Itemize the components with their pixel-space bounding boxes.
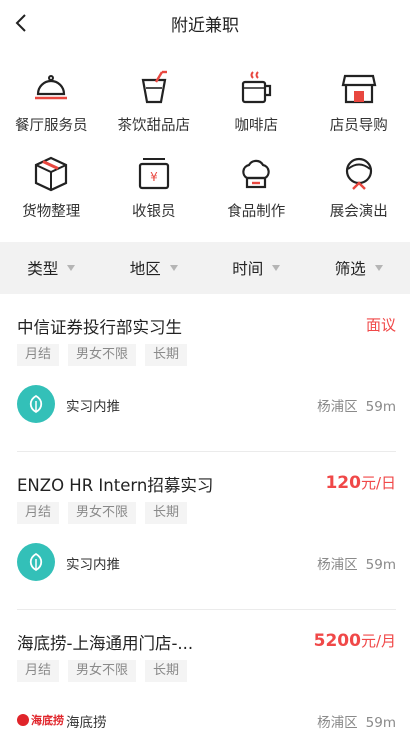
job-district: 杨浦区 (317, 715, 358, 731)
job-location: 杨浦区 59m (317, 553, 396, 573)
category-cashier[interactable]: ¥ 收银员 (103, 154, 206, 240)
filter-bar: 类型 地区 时间 筛选 (0, 242, 410, 294)
job-salary: 120元/日 (325, 472, 396, 493)
job-card[interactable]: ENZO HR Intern招募实习 120元/日 月结 男女不限 长期 实习内… (0, 452, 410, 610)
company-name: 实习内推 (66, 399, 120, 415)
category-label: 咖啡店 (234, 118, 279, 134)
job-title: 中信证券投行部实习生 (17, 318, 182, 337)
job-location: 杨浦区 59m (317, 711, 396, 731)
caret-down-icon (67, 265, 76, 271)
svg-text:¥: ¥ (150, 170, 158, 184)
top-bar: 附近兼职 (0, 0, 410, 46)
job-tag: 长期 (145, 502, 188, 524)
filter-label: 时间 (232, 260, 264, 278)
job-salary: 5200元/月 (314, 630, 396, 651)
salary-amount: 120 (325, 473, 361, 493)
job-tag: 男女不限 (68, 660, 137, 682)
job-tag: 男女不限 (68, 344, 137, 366)
salary-unit: 元/月 (360, 632, 396, 650)
leaf-logo-icon (29, 552, 43, 572)
package-box-icon (31, 154, 71, 194)
caret-down-icon (374, 265, 383, 271)
category-coffee-shop[interactable]: 咖啡店 (205, 68, 308, 154)
job-tags: 月结 男女不限 长期 (17, 344, 188, 366)
leaf-logo-icon (29, 394, 43, 414)
category-shop-assistant[interactable]: 店员导购 (308, 68, 410, 154)
category-food-making[interactable]: 食品制作 (205, 154, 308, 240)
job-tag: 月结 (17, 344, 60, 366)
job-card[interactable]: 海底捞-上海通用门店-... 5200元/月 月结 男女不限 长期 海底捞 海底… (0, 610, 410, 740)
filter-type-dropdown[interactable]: 类型 (0, 242, 103, 294)
category-exhibition-performance[interactable]: 展会演出 (308, 154, 410, 240)
performer-icon (339, 154, 379, 194)
company-name: 实习内推 (66, 557, 120, 573)
category-label: 展会演出 (329, 204, 388, 220)
category-grid: 餐厅服务员 茶饮甜品店 咖啡店 店员导购 货物整理 ¥ 收银员 食品制作 展会演… (0, 68, 410, 240)
company-name: 海底捞 (66, 715, 107, 731)
caret-down-icon (272, 265, 281, 271)
category-label: 店员导购 (329, 118, 388, 134)
company-logo-text: 海底捞 (31, 714, 64, 727)
category-label: 茶饮甜品店 (117, 118, 191, 134)
cash-register-icon: ¥ (134, 154, 174, 194)
storefront-icon (339, 68, 379, 108)
chevron-left-icon (15, 14, 26, 32)
drink-cup-icon (134, 68, 174, 108)
job-tags: 月结 男女不限 长期 (17, 660, 188, 682)
job-tag: 月结 (17, 660, 60, 682)
back-button[interactable] (6, 8, 36, 38)
company-logo (17, 543, 55, 581)
job-distance: 59m (365, 715, 396, 731)
category-label: 货物整理 (22, 204, 81, 220)
job-distance: 59m (365, 557, 396, 573)
category-label: 收银员 (132, 204, 176, 220)
filter-label: 地区 (129, 260, 161, 278)
job-district: 杨浦区 (317, 557, 358, 573)
job-tag: 长期 (145, 660, 188, 682)
salary-amount: 5200 (313, 631, 361, 651)
company-logo (17, 385, 55, 423)
category-label: 食品制作 (227, 204, 286, 220)
job-title: 海底捞-上海通用门店-... (17, 634, 194, 653)
job-tags: 月结 男女不限 长期 (17, 502, 188, 524)
job-tag: 长期 (145, 344, 188, 366)
filter-more-dropdown[interactable]: 筛选 (308, 242, 410, 294)
job-distance: 59m (365, 399, 396, 415)
category-tea-dessert[interactable]: 茶饮甜品店 (103, 68, 206, 154)
filter-region-dropdown[interactable]: 地区 (103, 242, 206, 294)
chef-hat-icon (236, 154, 276, 194)
category-label: 餐厅服务员 (15, 118, 88, 134)
salary-unit: 元/日 (360, 474, 396, 492)
job-tag: 月结 (17, 502, 60, 524)
job-district: 杨浦区 (317, 399, 358, 415)
job-location: 杨浦区 59m (317, 395, 396, 415)
salary-text: 面议 (365, 316, 396, 334)
filter-label: 类型 (27, 260, 59, 278)
cloche-icon (31, 68, 71, 108)
company-logo: 海底捞 (17, 701, 64, 739)
filter-label: 筛选 (334, 260, 366, 278)
category-goods-sorting[interactable]: 货物整理 (0, 154, 103, 240)
job-title: ENZO HR Intern招募实习 (17, 476, 214, 495)
category-restaurant-waiter[interactable]: 餐厅服务员 (0, 68, 103, 154)
job-salary: 面议 (366, 314, 396, 335)
coffee-cup-icon (236, 68, 276, 108)
page-title: 附近兼职 (171, 15, 239, 36)
job-card[interactable]: 中信证券投行部实习生 面议 月结 男女不限 长期 实习内推 杨浦区 59m (0, 294, 410, 452)
caret-down-icon (169, 265, 178, 271)
filter-time-dropdown[interactable]: 时间 (205, 242, 308, 294)
job-tag: 男女不限 (68, 502, 137, 524)
haidilao-logo-icon (17, 714, 29, 726)
